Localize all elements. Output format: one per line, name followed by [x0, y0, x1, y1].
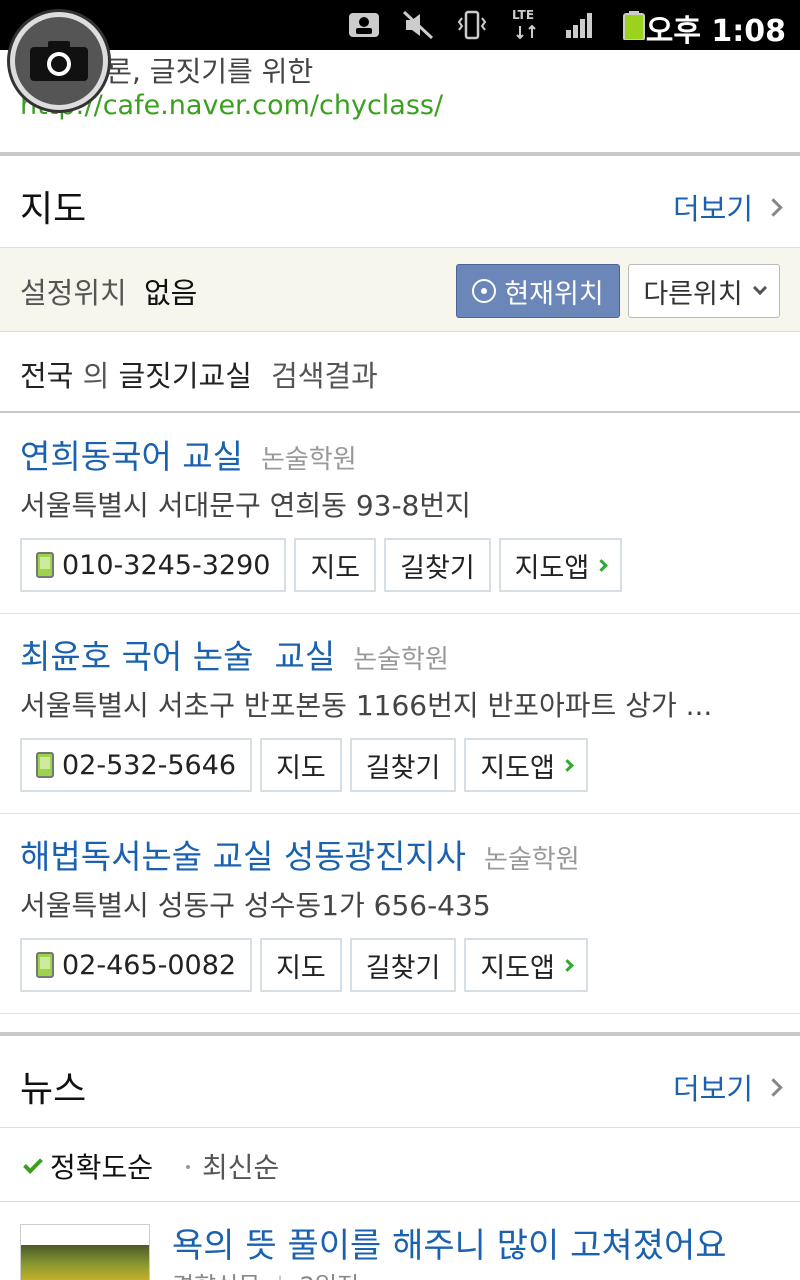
news-section-header: 뉴스 더보기 [0, 1036, 800, 1128]
place-category: 논술학원 [261, 445, 357, 475]
place-title: 최윤호 국어 논술 교실 논술학원 [20, 630, 449, 678]
place-address: 서울특별시 서대문구 연희동 93-8번지 [20, 489, 471, 522]
phone-number: 02-465-0082 [62, 949, 237, 981]
camera-icon [30, 41, 88, 81]
phone-icon [36, 752, 54, 778]
chevron-right-icon [560, 958, 574, 972]
summary-keyword: 글짓기교실 [118, 359, 252, 393]
phone-icon [36, 952, 54, 978]
chevron-right-icon [764, 197, 783, 217]
map-app-label: 지도앱 [480, 752, 555, 784]
search-result-summary: 전국 의 글짓기교실 검색결과 [0, 333, 800, 413]
call-button[interactable]: 010-3245-3290 [20, 538, 287, 592]
sort-accuracy-label: 정확도순 [50, 1151, 154, 1184]
chevron-right-icon [595, 558, 609, 572]
place-address: 서울특별시 성동구 성수동1가 656-435 [20, 889, 491, 922]
mute-icon [402, 10, 434, 40]
call-button[interactable]: 02-465-0082 [20, 938, 253, 992]
map-button[interactable]: 지도 [260, 938, 342, 992]
chevron-right-icon [560, 758, 574, 772]
location-value: 없음 [143, 276, 198, 310]
location-setting-row: 설정위치 없음 현재위치 다른위치 [0, 248, 800, 332]
bullet-icon [186, 1165, 190, 1169]
map-app-button[interactable]: 지도앱 [464, 738, 588, 792]
current-location-label: 현재위치 [504, 278, 604, 310]
map-section-header: 지도 더보기 [0, 156, 800, 248]
summary-text: 전국 의 글짓기교실 검색결과 [20, 353, 378, 395]
place-name-link[interactable]: 최윤호 국어 논술 교실 [20, 637, 335, 676]
map-section-title: 지도 [20, 189, 87, 230]
signal-icon [564, 10, 596, 40]
web-result-snippet: 논술,토론, 글짓기를 위한 http://cafe.naver.com/chy… [0, 50, 800, 154]
news-thumbnail[interactable] [20, 1224, 150, 1280]
lte-icon: LTE [510, 8, 542, 40]
chevron-right-icon [764, 1077, 783, 1097]
map-app-label: 지도앱 [480, 952, 555, 984]
place-name-link[interactable]: 해법독서논술 교실 성동광진지사 [20, 837, 466, 876]
crosshair-icon [472, 279, 497, 303]
directions-button[interactable]: 길찾기 [349, 938, 457, 992]
summary-region: 전국 [20, 359, 74, 393]
current-location-button[interactable]: 현재위치 [456, 264, 620, 318]
sort-latest[interactable]: 최신순 [186, 1146, 279, 1186]
place-item: 해법독서논술 교실 성동광진지사 논술학원 서울특별시 성동구 성수동1가 656… [0, 814, 800, 1014]
news-more-link[interactable]: 더보기 [672, 1066, 783, 1108]
camera-button[interactable] [10, 12, 108, 110]
place-actions: 02-465-0082 지도 길찾기 지도앱 [20, 938, 588, 992]
check-icon [23, 1154, 43, 1174]
map-more-link[interactable]: 더보기 [672, 186, 783, 228]
news-more-label: 더보기 [672, 1072, 753, 1106]
news-section-title: 뉴스 [20, 1069, 87, 1110]
place-category: 논술학원 [484, 845, 580, 875]
place-title: 연희동국어 교실 논술학원 [20, 430, 357, 478]
place-item: 최윤호 국어 논술 교실 논술학원 서울특별시 서초구 반포본동 1166번지 반… [0, 614, 800, 814]
place-item: 연희동국어 교실 논술학원 서울특별시 서대문구 연희동 93-8번지 010-3… [0, 414, 800, 614]
phone-number: 010-3245-3290 [62, 549, 271, 581]
directions-button[interactable]: 길찾기 [384, 538, 491, 592]
sort-latest-label: 최신순 [202, 1151, 280, 1184]
lte-label: LTE [512, 8, 535, 22]
status-icons: LTE [348, 8, 650, 42]
summary-suffix: 검색결과 [271, 359, 378, 393]
map-app-label: 지도앱 [514, 552, 590, 584]
chevron-down-icon [752, 280, 767, 296]
directions-button[interactable]: 길찾기 [349, 738, 457, 792]
place-actions: 010-3245-3290 지도 길찾기 지도앱 [20, 538, 623, 592]
map-more-label: 더보기 [672, 192, 753, 226]
other-location-label: 다른위치 [643, 278, 743, 310]
map-app-button[interactable]: 지도앱 [464, 938, 588, 992]
other-location-dropdown[interactable]: 다른위치 [628, 264, 780, 318]
sort-accuracy[interactable]: 정확도순 [23, 1146, 154, 1186]
location-label-text: 설정위치 [20, 276, 127, 310]
summary-particle: 의 [82, 359, 110, 393]
status-time: 오후 1:08 [645, 14, 786, 49]
news-meta: 경향신문 | 2일전 [172, 1266, 359, 1280]
news-source: 경향신문 [172, 1272, 260, 1280]
place-category: 논술학원 [353, 645, 449, 675]
news-time: 2일전 [300, 1272, 359, 1280]
news-title-link[interactable]: 욕의 뜻 풀이를 해주니 많이 고쳐졌어요 [172, 1218, 727, 1267]
phone-icon [36, 552, 54, 578]
call-button[interactable]: 02-532-5646 [20, 738, 253, 792]
place-actions: 02-532-5646 지도 길찾기 지도앱 [20, 738, 588, 792]
place-address: 서울특별시 서초구 반포본동 1166번지 반포아파트 상가 ... [20, 689, 713, 722]
location-label: 설정위치 없음 [20, 270, 197, 312]
place-title: 해법독서논술 교실 성동광진지사 논술학원 [20, 830, 580, 878]
status-bar: LTE 오후 1:08 [0, 0, 800, 50]
vibrate-icon [456, 10, 488, 40]
map-button[interactable]: 지도 [294, 538, 377, 592]
place-name-link[interactable]: 연희동국어 교실 [20, 437, 243, 476]
phone-number: 02-532-5646 [62, 749, 237, 781]
news-sort-row: 정확도순 최신순 [0, 1128, 800, 1202]
map-button[interactable]: 지도 [260, 738, 342, 792]
map-app-button[interactable]: 지도앱 [498, 538, 623, 592]
notification-icon [348, 10, 380, 40]
